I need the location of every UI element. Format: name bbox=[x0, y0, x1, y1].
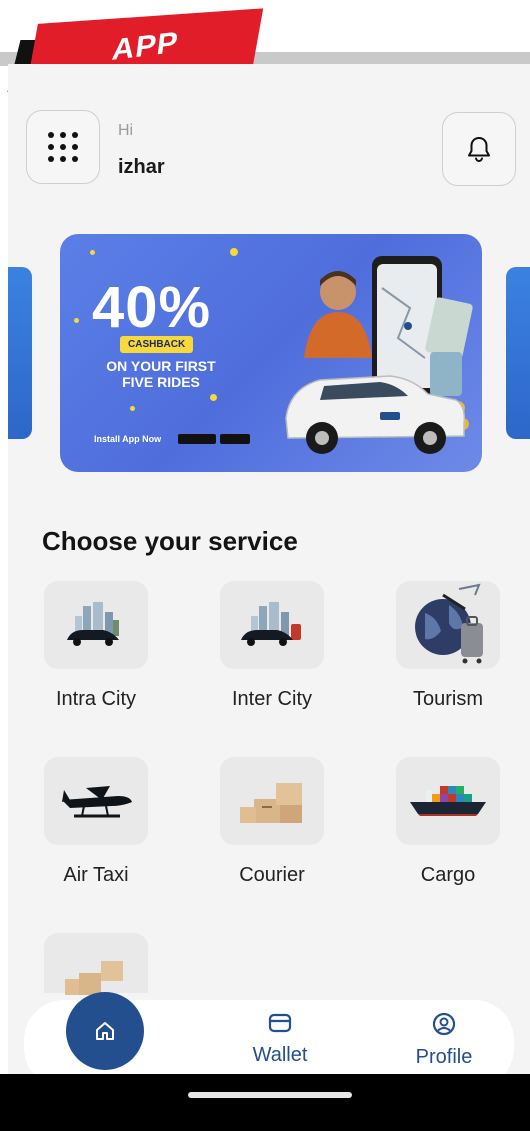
nav-profile-label: Profile bbox=[415, 1046, 473, 1068]
offer-line-2: FIVE RIDES bbox=[122, 374, 200, 390]
service-inter-city[interactable] bbox=[220, 581, 324, 669]
decor-dot bbox=[130, 406, 135, 411]
google-play-badge[interactable] bbox=[178, 434, 216, 444]
nav-wallet-button[interactable]: Wallet bbox=[234, 1012, 326, 1067]
profile-icon bbox=[432, 1012, 456, 1036]
app-badge-label: APP bbox=[109, 26, 181, 67]
boxes-icon bbox=[240, 783, 302, 823]
wallet-icon bbox=[268, 1013, 292, 1033]
promo-illustration bbox=[285, 256, 473, 454]
service-label-cargo: Cargo bbox=[420, 864, 476, 886]
offer-line-1: ON YOUR FIRST bbox=[106, 358, 216, 374]
decor-dot bbox=[230, 248, 238, 256]
grid-dots-icon bbox=[48, 132, 78, 162]
service-cargo[interactable] bbox=[396, 757, 500, 845]
home-indicator[interactable] bbox=[188, 1092, 352, 1098]
service-tourism[interactable] bbox=[396, 581, 500, 669]
phone-screen: Hi izhar 40% CASHBACK ON YOUR FIRST FIVE… bbox=[8, 64, 530, 1074]
nav-profile-button[interactable]: Profile bbox=[398, 1012, 490, 1069]
seaplane-icon bbox=[62, 786, 132, 818]
service-label-air-taxi: Air Taxi bbox=[63, 864, 129, 886]
app-store-badge[interactable] bbox=[220, 434, 250, 444]
menu-button[interactable] bbox=[26, 110, 100, 184]
globe-luggage-icon bbox=[415, 583, 483, 664]
city-car-icon bbox=[67, 602, 119, 646]
service-label-inter-city: Inter City bbox=[231, 688, 313, 710]
nav-home-button[interactable] bbox=[66, 992, 144, 1070]
city-car-icon bbox=[241, 602, 301, 646]
promo-banner[interactable]: 40% CASHBACK ON YOUR FIRST FIVE RIDES In… bbox=[60, 234, 482, 472]
nav-wallet-label: Wallet bbox=[252, 1044, 308, 1066]
decor-dot bbox=[210, 394, 217, 401]
notification-button[interactable] bbox=[442, 112, 516, 186]
cargo-ship-icon bbox=[410, 786, 486, 816]
service-label-intra-city: Intra City bbox=[55, 688, 137, 710]
home-icon bbox=[96, 1022, 114, 1040]
greeting: Hi bbox=[118, 122, 134, 139]
service-intra-city[interactable] bbox=[44, 581, 148, 669]
system-navigation-bar bbox=[0, 1074, 530, 1131]
discount-text: 40% bbox=[92, 275, 212, 340]
bottom-navigation: Wallet Profile bbox=[24, 992, 514, 1074]
service-more[interactable] bbox=[44, 933, 148, 995]
service-courier[interactable] bbox=[220, 757, 324, 845]
services-title: Choose your service bbox=[42, 526, 298, 556]
install-text: Install App Now bbox=[94, 434, 162, 444]
service-label-courier: Courier bbox=[239, 864, 305, 886]
service-air-taxi[interactable] bbox=[44, 757, 148, 845]
header: Hi izhar bbox=[8, 64, 530, 214]
boxes-icon bbox=[65, 961, 123, 995]
service-label-tourism: Tourism bbox=[412, 688, 483, 710]
carousel-prev-card[interactable] bbox=[8, 267, 32, 439]
decor-dot bbox=[74, 318, 79, 323]
cashback-tag: CASHBACK bbox=[120, 336, 194, 353]
decor-dot bbox=[90, 250, 95, 255]
offer-text: ON YOUR FIRST FIVE RIDES bbox=[98, 358, 224, 390]
username: izhar bbox=[118, 156, 165, 178]
bell-icon bbox=[468, 137, 490, 163]
carousel-next-card[interactable] bbox=[506, 267, 530, 439]
